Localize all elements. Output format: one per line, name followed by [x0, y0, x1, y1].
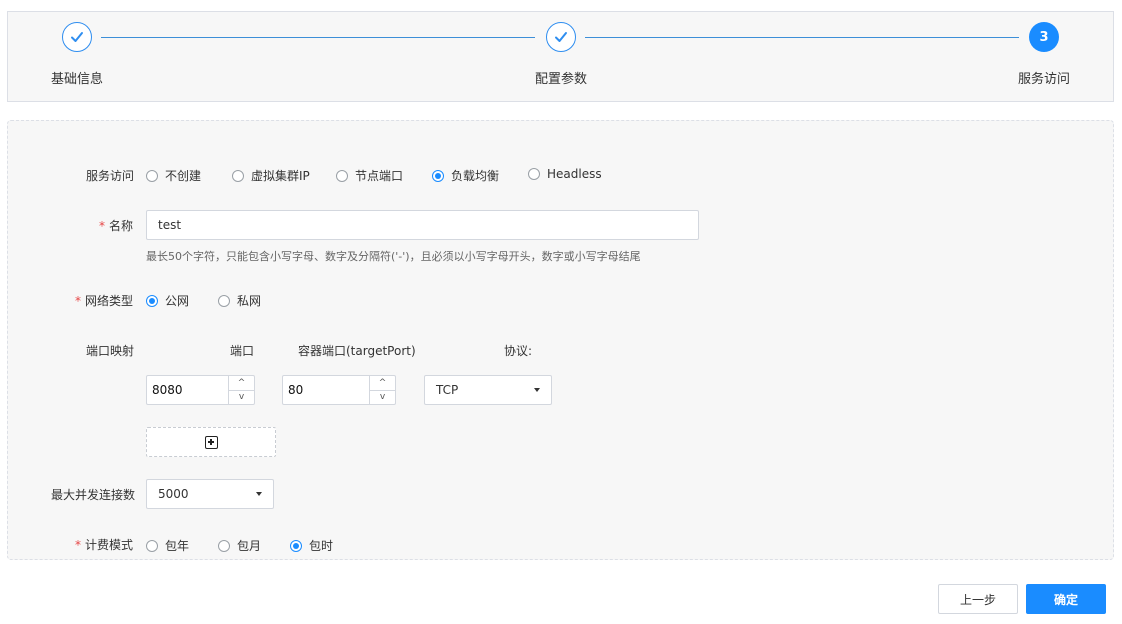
step-1-label: 基础信息 [51, 72, 104, 87]
radio-private-network[interactable]: 私网 [218, 292, 261, 309]
steps-bar: 3 基础信息 配置参数 服务访问 [7, 11, 1114, 102]
radio-label: Headless [547, 167, 602, 181]
increment-chevron-up-icon[interactable]: ^ [370, 376, 395, 390]
increment-chevron-up-icon[interactable]: ^ [229, 376, 254, 390]
step-2-check-icon [546, 22, 576, 52]
target-port-value[interactable]: 80 [283, 376, 369, 404]
radio-circle-checked [290, 539, 302, 552]
protocol-column-header: 协议: [504, 344, 533, 358]
radio-label: 不创建 [165, 169, 202, 183]
radio-circle [232, 169, 244, 182]
caret-down-icon [256, 492, 262, 496]
radio-circle [218, 294, 230, 307]
billing-mode-label: * 计费模式 [75, 536, 133, 553]
radio-label: 私网 [237, 294, 262, 308]
radio-node-port[interactable]: 节点端口 [336, 167, 403, 184]
radio-label: 包月 [237, 539, 262, 553]
required-mark: * [75, 538, 81, 552]
network-type-label-text: 网络类型 [85, 294, 134, 308]
step-1-check-icon [62, 22, 92, 52]
previous-step-button[interactable]: 上一步 [938, 584, 1018, 614]
decrement-chevron-down-icon[interactable]: v [229, 389, 254, 405]
required-mark: * [99, 219, 105, 233]
add-port-mapping-button[interactable] [146, 427, 276, 457]
step-connector-2 [585, 37, 1019, 38]
radio-circle [146, 539, 158, 552]
name-label: * 名称 [99, 217, 133, 234]
plus-square-icon [204, 435, 218, 449]
radio-billing-monthly[interactable]: 包月 [218, 537, 261, 554]
radio-no-create[interactable]: 不创建 [146, 167, 201, 184]
required-mark: * [75, 294, 81, 308]
port-column-header: 端口 [230, 344, 255, 358]
radio-label: 虚拟集群IP [251, 169, 310, 183]
step-3-number: 3 [1029, 22, 1059, 52]
name-label-text: 名称 [109, 219, 134, 233]
radio-billing-yearly[interactable]: 包年 [146, 537, 189, 554]
port-stepper[interactable]: 8080 ^ v [146, 375, 255, 405]
radio-public-network[interactable]: 公网 [146, 292, 189, 309]
step-connector-1 [101, 37, 535, 38]
max-connections-label: 最大并发连接数 [51, 488, 136, 502]
radio-label: 包年 [165, 539, 190, 553]
max-connections-value: 5000 [158, 487, 189, 501]
radio-label: 节点端口 [355, 169, 404, 183]
service-access-label: 服务访问 [86, 169, 135, 183]
name-input[interactable]: test [146, 210, 699, 240]
radio-label: 公网 [165, 294, 190, 308]
step-2-label: 配置参数 [535, 72, 588, 87]
radio-label: 包时 [309, 539, 334, 553]
protocol-value: TCP [436, 383, 459, 397]
port-value[interactable]: 8080 [147, 376, 228, 404]
radio-circle [146, 169, 158, 182]
radio-billing-hourly[interactable]: 包时 [290, 537, 333, 554]
decrement-chevron-down-icon[interactable]: v [370, 389, 395, 405]
radio-circle-checked [432, 169, 444, 182]
billing-mode-label-text: 计费模式 [85, 538, 134, 552]
radio-load-balancer[interactable]: 负载均衡 [432, 167, 499, 184]
port-mapping-label: 端口映射 [86, 344, 135, 358]
radio-circle [218, 539, 230, 552]
target-port-stepper-arrows: ^ v [369, 376, 395, 404]
radio-circle-checked [146, 294, 158, 307]
radio-circle [336, 169, 348, 182]
protocol-select[interactable]: TCP [424, 375, 552, 405]
radio-label: 负载均衡 [451, 169, 500, 183]
network-type-label: * 网络类型 [75, 292, 133, 309]
target-port-column-header: 容器端口(targetPort) [298, 344, 416, 358]
max-connections-select[interactable]: 5000 [146, 479, 274, 509]
radio-circle [528, 168, 540, 180]
name-hint: 最长50个字符，只能包含小写字母、数字及分隔符('-')，且必须以小写字母开头，… [146, 250, 641, 263]
caret-down-icon [534, 388, 540, 392]
step-3-label: 服务访问 [1018, 72, 1071, 87]
radio-headless[interactable]: Headless [528, 167, 602, 181]
confirm-button[interactable]: 确定 [1026, 584, 1106, 614]
radio-cluster-ip[interactable]: 虚拟集群IP [232, 167, 310, 184]
target-port-stepper[interactable]: 80 ^ v [282, 375, 396, 405]
port-stepper-arrows: ^ v [228, 376, 254, 404]
